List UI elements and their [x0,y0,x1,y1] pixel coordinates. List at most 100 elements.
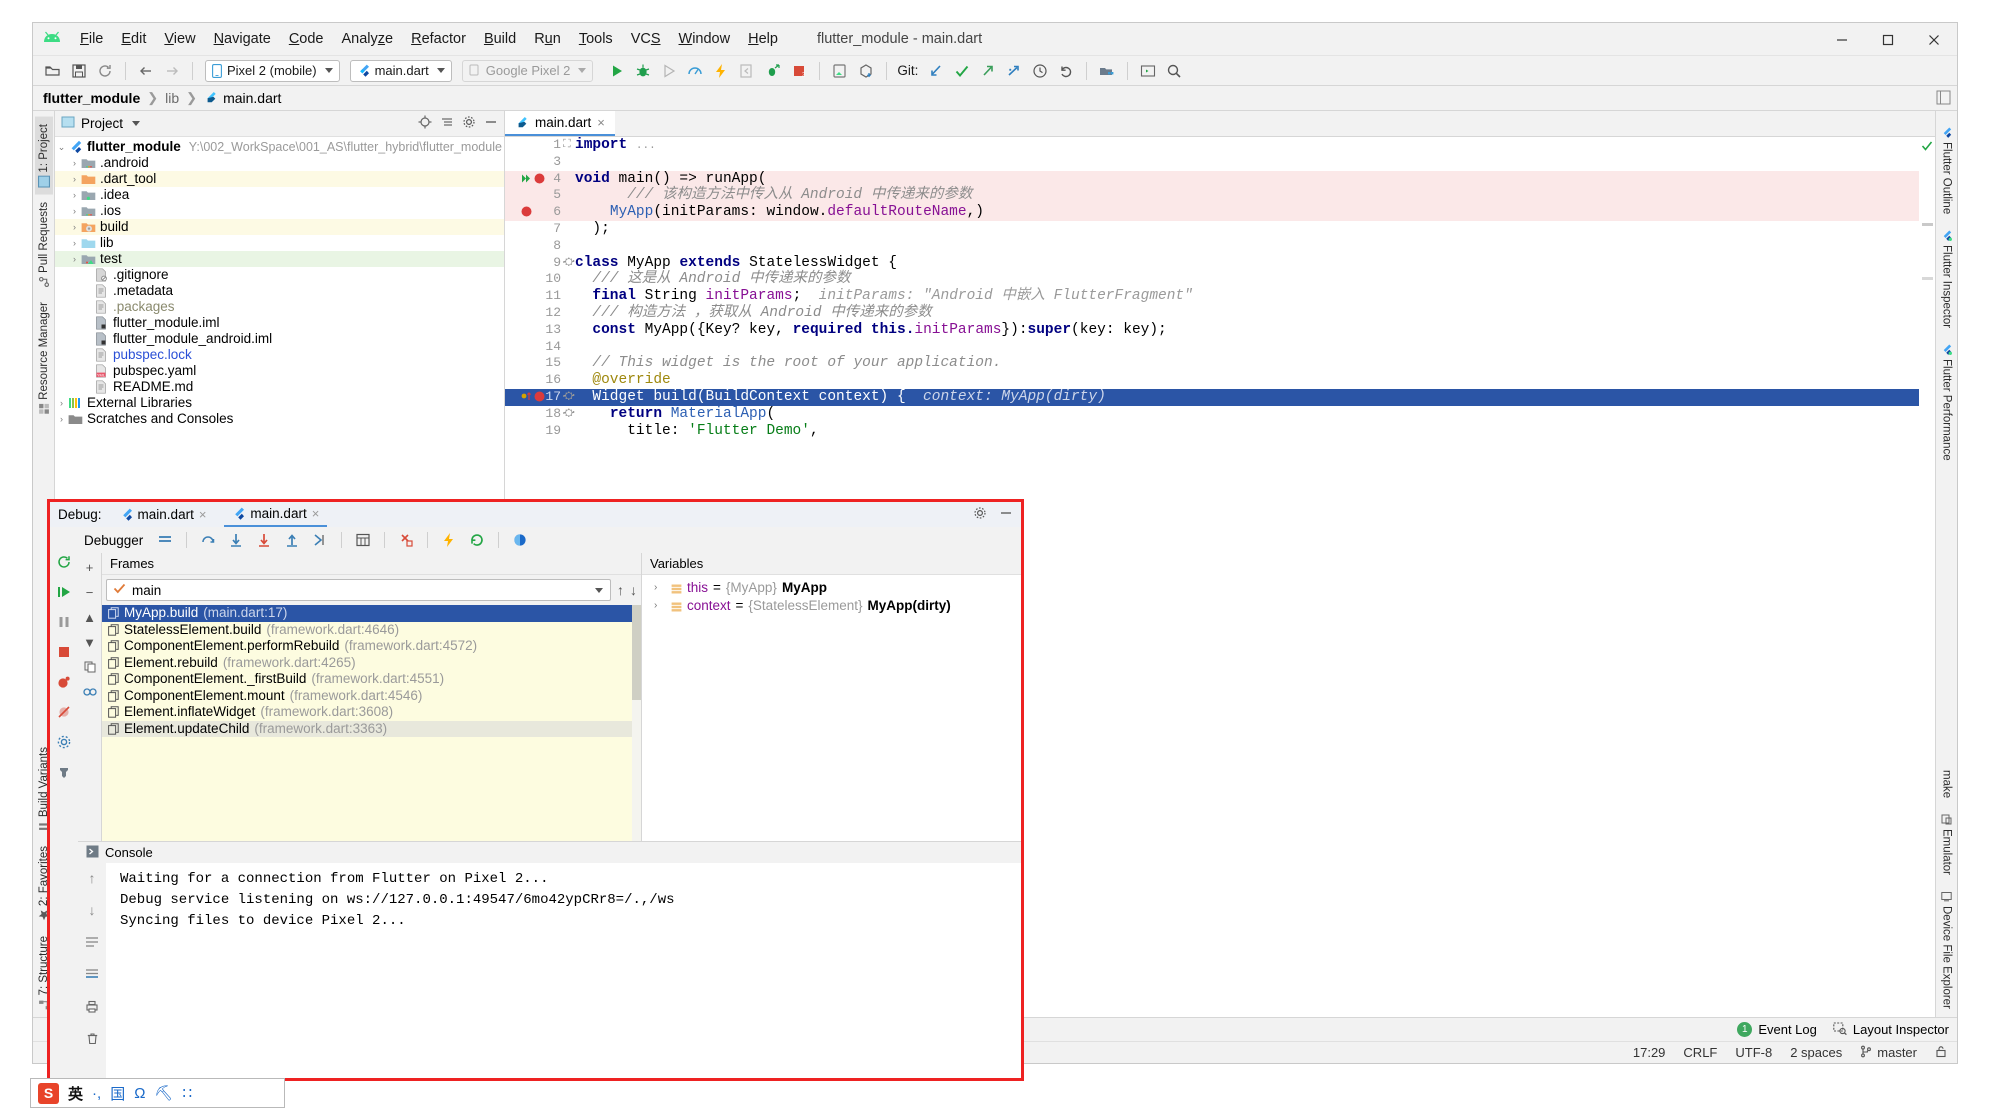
target-locate-icon[interactable] [418,115,432,132]
code-fold-toggle[interactable]: ⛶ [563,137,571,154]
debug-icon[interactable] [631,59,655,83]
code-fold-toggle[interactable]: ⛮ [563,406,575,423]
frame-row[interactable]: ComponentElement.performRebuild(framewor… [102,638,641,655]
code-line[interactable]: @override [565,372,1919,389]
update-project-icon[interactable] [924,59,948,83]
tree-expand-arrow[interactable]: › [55,395,68,411]
gutter-line[interactable]: 16 [505,372,565,389]
debugger-tab-label[interactable]: Debugger [84,533,143,548]
tree-node-dart-tool[interactable]: ›.dart_tool [55,171,504,187]
code-fold-toggle[interactable]: ⛮ [563,255,575,272]
expand-arrow-icon[interactable]: › [654,579,666,597]
tree-expand-arrow[interactable]: › [68,203,81,219]
ime-punct-button[interactable]: ·, [92,1085,101,1102]
mute-breakpoints-icon[interactable] [55,703,73,721]
tree-node-flutter-module[interactable]: ⌄flutter_moduleY:\002_WorkSpace\001_AS\f… [55,139,504,155]
code-line[interactable]: ⛮ Widget build(BuildContext context) { c… [565,389,1919,406]
flutter-attach-icon[interactable] [761,59,785,83]
frame-row[interactable]: Element.updateChild(framework.dart:3363) [102,721,641,738]
run-to-cursor-icon[interactable] [308,528,332,552]
project-structure-icon[interactable] [1095,59,1119,83]
history-icon[interactable] [1028,59,1052,83]
code-fold-toggle[interactable]: ⛮ [563,389,575,406]
gutter-line[interactable]: 18 [505,406,565,423]
tree-node-pubspec-yaml[interactable]: YMLpubspec.yaml [55,363,504,379]
debug-tab-2[interactable]: main.dart × [224,502,327,527]
code-line[interactable] [565,238,1919,255]
debug-tab-1[interactable]: main.dart × [112,502,215,527]
step-over-icon[interactable] [196,528,220,552]
clear-all-icon[interactable] [83,1029,101,1047]
tree-node-android[interactable]: ›.android [55,155,504,171]
code-line[interactable]: final String initParams; initParams: "An… [565,288,1919,305]
code-line[interactable]: /// 该构造方法中传入从 Android 中传递来的参数 [565,187,1919,204]
layout-inspector-button[interactable]: Layout Inspector [1833,1022,1949,1038]
hot-reload-icon[interactable] [437,528,461,552]
code-line[interactable]: // This widget is the root of your appli… [565,355,1919,372]
menu-code[interactable]: Code [280,28,333,50]
sidebar-item-emulator[interactable]: Emulator [1938,806,1956,883]
scroll-down-icon[interactable]: ↓ [83,901,101,919]
ime-menu-button[interactable]: ∷ [182,1084,192,1102]
menu-view[interactable]: View [155,28,204,50]
settings-gear-icon[interactable] [973,506,987,523]
scroll-up-icon[interactable]: ▲ [82,609,98,625]
frame-row[interactable]: ComponentElement._firstBuild(framework.d… [102,671,641,688]
thread-selector[interactable]: main [106,579,611,601]
tree-node-build[interactable]: ›build [55,219,504,235]
ime-toolbar-popup[interactable]: S 英 ·, 国 Ω ⛏ ∷ [30,1078,285,1108]
menu-build[interactable]: Build [475,28,525,50]
console-output[interactable]: Waiting for a connection from Flutter on… [106,863,1021,1078]
code-line[interactable]: ⛮class MyApp extends StatelessWidget { [565,255,1919,272]
gutter-line[interactable]: 8 [505,238,565,255]
gutter-line[interactable]: 9 [505,255,565,272]
editor-tab-main-dart[interactable]: main.dart × [505,111,615,136]
stop-program-icon[interactable] [55,643,73,661]
terminal-icon[interactable] [1136,59,1160,83]
lock-icon[interactable] [1935,1045,1947,1061]
gutter-line[interactable]: 1 [505,137,565,154]
down-arrow-icon[interactable]: ↓ [630,582,637,598]
gutter-line[interactable]: 19 [505,423,565,440]
sidebar-item-device-file-explorer[interactable]: Device File Explorer [1938,883,1956,1017]
drop-frame-icon[interactable] [394,528,418,552]
gutter-line[interactable]: 4 [505,171,565,188]
frame-row[interactable]: ComponentElement.mount(framework.dart:45… [102,688,641,705]
profile-icon[interactable] [683,59,707,83]
push-icon[interactable] [976,59,1000,83]
gutter-line[interactable]: 5 [505,187,565,204]
gutter-line[interactable]: 6 [505,204,565,221]
editor-marker-strip[interactable] [1919,137,1935,1017]
tree-node-pubspec-lock[interactable]: pubspec.lock [55,347,504,363]
status-line-separator[interactable]: CRLF [1683,1045,1717,1060]
resume-program-icon[interactable] [55,583,73,601]
sidebar-item-make[interactable]: make [1938,762,1956,806]
frame-row[interactable]: MyApp.build(main.dart:17) [102,605,641,622]
menu-help[interactable]: Help [739,28,787,50]
code-line[interactable] [565,339,1919,356]
tree-expand-arrow[interactable]: › [68,171,81,187]
ime-lang-button[interactable]: 英 [68,1083,83,1104]
variable-row[interactable]: ›this={MyApp}MyApp [642,579,1021,597]
sdk-manager-icon[interactable] [854,59,878,83]
ime-symbol-button[interactable]: Ω [134,1085,145,1102]
code-line[interactable]: const MyApp({Key? key, required this.ini… [565,322,1919,339]
tree-node-gitignore[interactable]: .gitignore [55,267,504,283]
frames-scrollbar-thumb[interactable] [632,605,641,700]
close-icon[interactable]: × [597,115,605,130]
code-line[interactable]: /// 构造方法 ，获取从 Android 中传递来的参数 [565,305,1919,322]
tree-node-flutter-module-iml[interactable]: flutter_module.iml [55,315,504,331]
code-line[interactable]: ⛮ return MaterialApp( [565,406,1919,423]
close-button[interactable] [1911,23,1957,56]
save-all-icon[interactable] [67,59,91,83]
emulator-selector[interactable]: Google Pixel 2 [462,60,594,82]
code-line[interactable]: /// 这是从 Android 中传递来的参数 [565,271,1919,288]
gutter-line[interactable]: 7 [505,221,565,238]
settings-gear-icon[interactable] [462,115,476,132]
breadcrumb-project[interactable]: flutter_module [43,90,140,106]
attach-debugger-icon[interactable] [735,59,759,83]
breadcrumb-folder[interactable]: lib [165,90,179,106]
tree-node-lib[interactable]: ›lib [55,235,504,251]
expand-arrow-icon[interactable]: › [654,597,666,615]
tree-node-external-libraries[interactable]: ›External Libraries [55,395,504,411]
